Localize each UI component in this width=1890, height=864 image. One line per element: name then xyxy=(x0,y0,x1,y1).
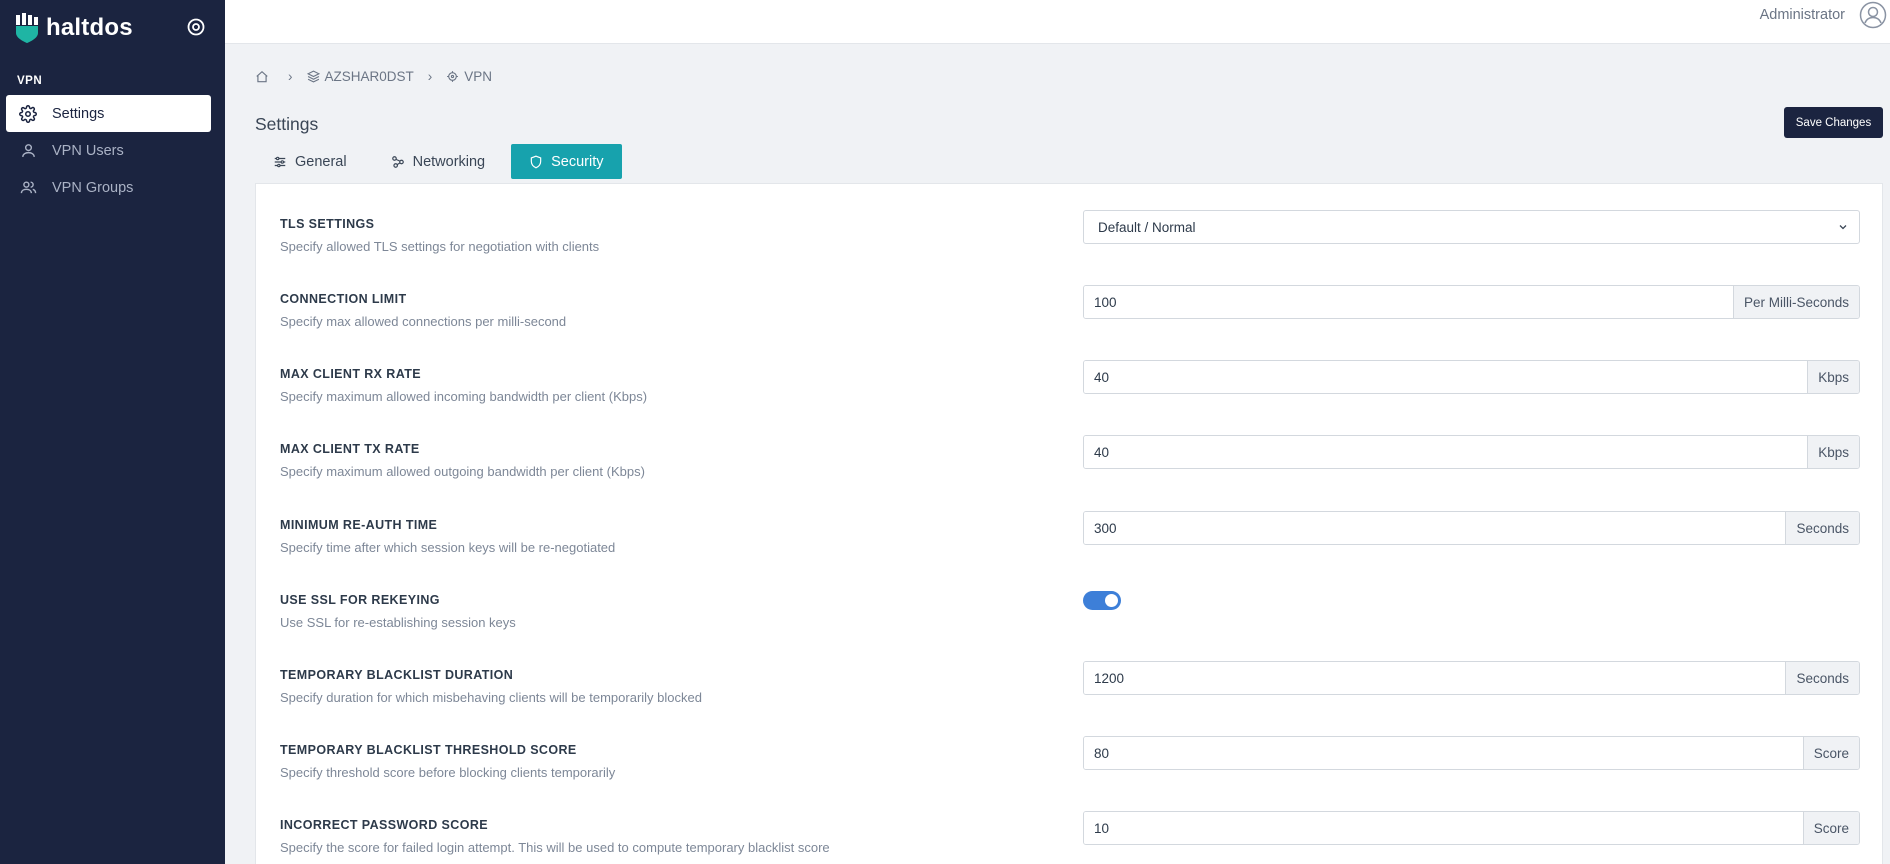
setting-label: TEMPORARY BLACKLIST DURATION xyxy=(280,668,514,682)
breadcrumb-separator: › xyxy=(427,69,433,84)
blacklist-duration-group: Seconds xyxy=(1083,661,1860,695)
tab-security[interactable]: Security xyxy=(511,144,622,179)
breadcrumb-node-label: AZSHAR0DST xyxy=(324,69,414,84)
tab-networking[interactable]: Networking xyxy=(373,144,504,179)
setting-tls: TLS SETTINGS Specify allowed TLS setting… xyxy=(280,203,1870,265)
setting-ssl-rekeying: USE SSL FOR REKEYING Use SSL for re-esta… xyxy=(280,579,1870,641)
setting-description: Specify maximum allowed incoming bandwid… xyxy=(280,389,648,404)
setting-label: USE SSL FOR REKEYING xyxy=(280,593,440,607)
avatar-icon[interactable] xyxy=(1859,1,1887,29)
chevron-down-icon xyxy=(1839,225,1847,230)
unit-addon: Kbps xyxy=(1807,436,1859,468)
gear-icon xyxy=(18,104,38,124)
setting-connection-limit: CONNECTION LIMIT Specify max allowed con… xyxy=(280,278,1870,340)
sidebar-item-label: VPN Groups xyxy=(52,179,134,196)
sidebar-section-label: VPN xyxy=(17,75,43,87)
sidebar-item-vpn-groups[interactable]: VPN Groups xyxy=(6,169,211,206)
connection-limit-group: Per Milli-Seconds xyxy=(1083,285,1860,319)
setting-blacklist-duration: TEMPORARY BLACKLIST DURATION Specify dur… xyxy=(280,654,1870,716)
setting-description: Specify maximum allowed outgoing bandwid… xyxy=(280,464,645,479)
sidebar-item-label: VPN Users xyxy=(52,142,124,159)
ssl-rekeying-toggle[interactable] xyxy=(1083,591,1121,610)
setting-min-reauth-time: MINIMUM RE-AUTH TIME Specify time after … xyxy=(280,504,1870,566)
haltdos-logo-icon xyxy=(16,13,38,43)
max-tx-rate-input[interactable] xyxy=(1084,436,1808,468)
setting-description: Use SSL for re-establishing session keys xyxy=(280,615,516,630)
setting-blacklist-threshold: TEMPORARY BLACKLIST THRESHOLD SCORE Spec… xyxy=(280,729,1870,791)
security-settings-panel: TLS SETTINGS Specify allowed TLS setting… xyxy=(255,183,1883,864)
users-icon xyxy=(18,178,38,198)
setting-incorrect-password-score: INCORRECT PASSWORD SCORE Specify the sco… xyxy=(280,804,1870,864)
shield-icon xyxy=(530,155,542,168)
setting-label: TEMPORARY BLACKLIST THRESHOLD SCORE xyxy=(280,743,577,757)
setting-description: Specify time after which session keys wi… xyxy=(280,540,616,555)
user-icon xyxy=(18,141,38,161)
user-name[interactable]: Administrator xyxy=(1760,7,1845,23)
tab-label: Networking xyxy=(412,153,486,170)
incorrect-password-score-input[interactable] xyxy=(1084,812,1803,844)
setting-label: TLS SETTINGS xyxy=(280,217,375,231)
min-reauth-time-input[interactable] xyxy=(1084,512,1786,544)
breadcrumb-page-label: VPN xyxy=(464,69,493,84)
page-title: Settings xyxy=(255,114,319,134)
tab-label: Security xyxy=(551,153,604,170)
unit-addon: Seconds xyxy=(1785,512,1859,544)
home-icon xyxy=(256,70,268,82)
unit-addon: Score xyxy=(1802,812,1859,844)
breadcrumb-separator: › xyxy=(288,69,293,84)
unit-addon: Kbps xyxy=(1807,361,1859,393)
topbar: Administrator xyxy=(225,0,1890,44)
sidebar-item-vpn-users[interactable]: VPN Users xyxy=(6,132,211,169)
breadcrumb-home[interactable] xyxy=(255,70,274,84)
target-icon xyxy=(447,71,459,82)
tab-general[interactable]: General xyxy=(255,144,365,179)
breadcrumb: › AZSHAR0DST › VPN xyxy=(255,69,492,84)
setting-description: Specify threshold score before blocking … xyxy=(280,765,616,780)
unit-addon: Seconds xyxy=(1785,662,1859,694)
tab-label: General xyxy=(295,153,347,170)
setting-label: CONNECTION LIMIT xyxy=(280,292,407,306)
max-tx-rate-group: Kbps xyxy=(1083,435,1860,469)
blacklist-threshold-input[interactable] xyxy=(1084,737,1803,769)
setting-max-tx-rate: MAX CLIENT TX RATE Specify maximum allow… xyxy=(280,428,1870,490)
tls-settings-select[interactable]: Default / Normal xyxy=(1083,210,1860,244)
network-icon xyxy=(391,155,404,168)
breadcrumb-node[interactable]: AZSHAR0DST xyxy=(306,69,414,84)
sidebar: haltdos VPN Settings VPN Users VPN Group… xyxy=(0,0,225,864)
max-rx-rate-group: Kbps xyxy=(1083,360,1860,394)
sidebar-settings-icon[interactable] xyxy=(186,17,206,37)
blacklist-duration-input[interactable] xyxy=(1084,662,1786,694)
setting-description: Specify duration for which misbehaving c… xyxy=(280,690,702,705)
toggle-knob xyxy=(1105,594,1118,607)
setting-description: Specify the score for failed login attem… xyxy=(280,840,830,855)
tab-bar: General Networking Security xyxy=(255,144,630,179)
setting-label: INCORRECT PASSWORD SCORE xyxy=(280,818,488,832)
setting-label: MINIMUM RE-AUTH TIME xyxy=(280,518,438,532)
setting-max-rx-rate: MAX CLIENT RX RATE Specify maximum allow… xyxy=(280,353,1870,415)
sidebar-nav: Settings VPN Users VPN Groups xyxy=(6,95,211,206)
max-rx-rate-input[interactable] xyxy=(1084,361,1808,393)
sidebar-item-label: Settings xyxy=(52,105,105,122)
brand[interactable]: haltdos xyxy=(0,0,225,56)
main-content: › AZSHAR0DST › VPN Settings Save Changes… xyxy=(225,44,1890,864)
layers-icon xyxy=(306,70,320,83)
blacklist-threshold-group: Score xyxy=(1083,736,1860,770)
brand-name: haltdos xyxy=(46,14,133,41)
setting-description: Specify allowed TLS settings for negotia… xyxy=(280,239,600,254)
sidebar-item-settings[interactable]: Settings xyxy=(6,95,211,132)
incorrect-password-score-group: Score xyxy=(1083,811,1860,845)
setting-description: Specify max allowed connections per mill… xyxy=(280,314,567,329)
setting-label: MAX CLIENT RX RATE xyxy=(280,367,421,381)
unit-addon: Score xyxy=(1802,737,1859,769)
breadcrumb-page: VPN xyxy=(446,69,492,84)
connection-limit-input[interactable] xyxy=(1084,286,1733,318)
setting-label: MAX CLIENT TX RATE xyxy=(280,442,420,456)
unit-addon: Per Milli-Seconds xyxy=(1732,286,1859,318)
sliders-icon xyxy=(274,156,286,167)
select-value: Default / Normal xyxy=(1098,219,1196,235)
min-reauth-time-group: Seconds xyxy=(1083,511,1860,545)
save-changes-button[interactable]: Save Changes xyxy=(1784,107,1883,138)
